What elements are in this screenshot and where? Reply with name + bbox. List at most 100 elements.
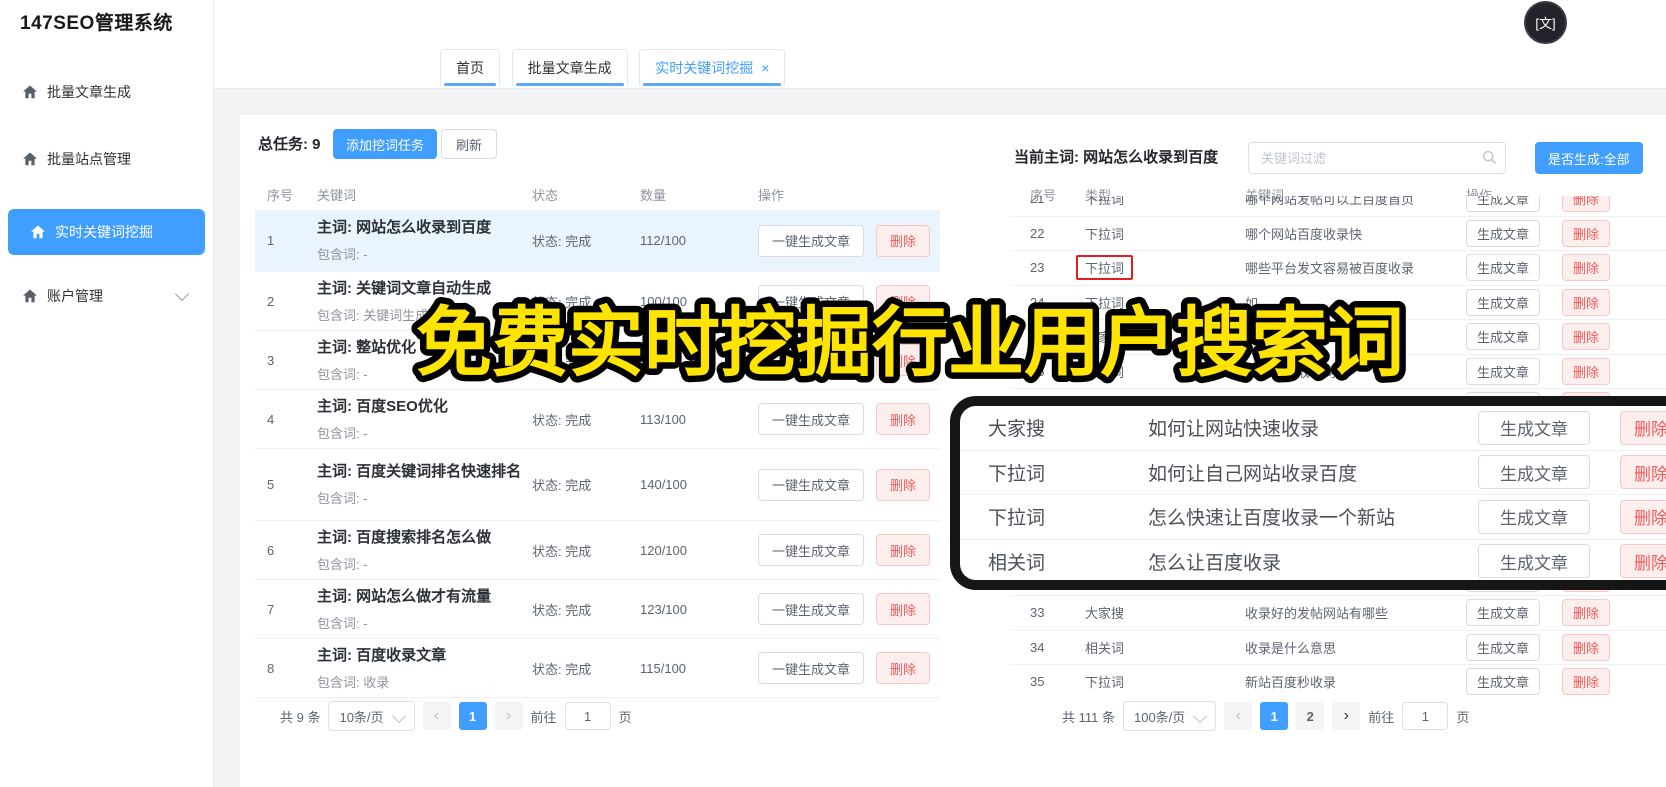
table-row[interactable]: 8 主词: 百度收录文章 包含词: 收录 状态: 完成 115/100 一键生成… [255, 639, 940, 698]
page-button-1[interactable]: 1 [458, 702, 487, 730]
page-size-select[interactable]: 100条/页 [1122, 701, 1217, 731]
delete-button[interactable]: 删除 [1562, 219, 1611, 247]
tab-home[interactable]: 首页 [440, 49, 500, 86]
generate-article-button[interactable]: 生成文章 [1478, 455, 1590, 490]
table-row: 24 下拉词 如 生成文章 删除 [1010, 286, 1666, 320]
generate-articles-button[interactable]: 一键生成文章 [758, 468, 865, 501]
add-task-button[interactable]: 添加挖词任务 [333, 129, 438, 159]
sidebar-item-keyword-mining[interactable]: 实时关键词挖掘 [8, 209, 205, 255]
generate-article-button[interactable]: 生成文章 [1466, 323, 1541, 351]
task-subtitle: 包含词: - [317, 425, 368, 441]
generate-article-button[interactable]: 生成文章 [1466, 288, 1541, 316]
keyword-filter-input[interactable] [1248, 142, 1506, 174]
table-row[interactable]: 3 主词: 整站优化 包含词: - 状态: 完成 一键生成文章 删除 [255, 331, 940, 390]
table-row[interactable]: 5 主词: 百度关键词排名快速排名 包含词: - 状态: 完成 140/100 … [255, 449, 940, 521]
task-qty: 112/100 [640, 233, 687, 248]
delete-button[interactable]: 删除 [876, 593, 931, 625]
delete-button[interactable]: 删除 [876, 468, 931, 501]
delete-button[interactable]: 删除 [1620, 499, 1666, 534]
generate-article-button[interactable]: 生成文章 [1466, 599, 1541, 627]
task-status: 状态: 完成 [532, 661, 592, 677]
delete-button[interactable]: 删除 [1562, 599, 1611, 627]
tab-label: 实时关键词挖掘 [655, 60, 754, 76]
sidebar-item-account[interactable]: 账户管理 [0, 276, 213, 316]
total-count: 共 9 条 [280, 709, 321, 725]
table-row: 34 相关词 收录是什么意思 生成文章 删除 [1010, 631, 1666, 665]
next-page-button[interactable]: › [494, 702, 523, 730]
delete-button[interactable]: 删除 [1562, 196, 1611, 213]
generate-articles-button[interactable]: 一键生成文章 [758, 534, 865, 566]
float-widget-icon[interactable]: [文] [1524, 1, 1567, 44]
sidebar-item-label: 账户管理 [47, 288, 103, 304]
refresh-button[interactable]: 刷新 [441, 129, 498, 159]
delete-button[interactable]: 删除 [1620, 544, 1666, 579]
table-row[interactable]: 4 主词: 百度SEO优化 包含词: - 状态: 完成 113/100 一键生成… [255, 390, 940, 449]
prev-page-button[interactable]: ‹ [422, 702, 451, 730]
generate-article-button[interactable]: 生成文章 [1466, 254, 1541, 282]
delete-button[interactable]: 删除 [876, 285, 931, 317]
tab-keyword-mining[interactable]: 实时关键词挖掘 × [639, 49, 786, 86]
goto-page-input[interactable] [564, 702, 611, 730]
delete-button[interactable]: 删除 [876, 652, 931, 684]
col-qty: 数量 [640, 187, 667, 203]
table-row: 25 大家搜 生成文章 删除 [1010, 320, 1666, 355]
keyword-text: 怎么让百度收录 [1148, 552, 1282, 574]
delete-button[interactable]: 删除 [1562, 357, 1611, 385]
task-title: 主词: 百度关键词排名快速排名 [317, 463, 522, 480]
close-icon[interactable]: × [761, 60, 769, 76]
prev-page-button[interactable]: ‹ [1224, 702, 1253, 730]
page-button-1[interactable]: 1 [1260, 702, 1289, 730]
tab-article-gen[interactable]: 批量文章生成 [511, 49, 628, 86]
tab-label: 首页 [456, 60, 484, 76]
generate-articles-button[interactable]: 一键生成文章 [758, 344, 865, 376]
generate-article-button[interactable]: 生成文章 [1466, 633, 1541, 661]
delete-button[interactable]: 删除 [1620, 410, 1666, 445]
delete-button[interactable]: 删除 [1562, 288, 1611, 316]
goto-page-input[interactable] [1402, 702, 1449, 730]
tab-label: 批量文章生成 [527, 60, 612, 76]
generate-articles-button[interactable]: 一键生成文章 [758, 652, 865, 684]
generate-article-button[interactable]: 生成文章 [1466, 219, 1541, 247]
generate-all-button[interactable]: 是否生成:全部 [1535, 142, 1643, 174]
sidebar-item-article-gen[interactable]: 批量文章生成 [0, 72, 213, 112]
generate-article-button[interactable]: 生成文章 [1478, 544, 1590, 579]
page-button-2[interactable]: 2 [1296, 702, 1325, 730]
task-title: 主词: 关键词文章自动生成 [317, 279, 492, 297]
tab-underline [643, 83, 782, 86]
task-status: 状态: 完成 [532, 234, 592, 249]
row-no: 6 [267, 542, 275, 558]
sidebar-item-site-mgmt[interactable]: 批量站点管理 [0, 139, 213, 179]
keyword-type: 下拉词 [1085, 261, 1125, 277]
generate-articles-button[interactable]: 一键生成文章 [758, 403, 865, 435]
next-page-button[interactable]: › [1332, 702, 1361, 730]
generate-article-button[interactable]: 生成文章 [1466, 357, 1541, 385]
keyword-type: 大家搜 [1085, 330, 1125, 346]
delete-button[interactable]: 删除 [1562, 633, 1611, 661]
delete-button[interactable]: 删除 [876, 403, 931, 435]
delete-button[interactable]: 删除 [1620, 455, 1666, 490]
keyword-type: 相关词 [988, 552, 1046, 574]
keyword-type: 下拉词 [1085, 295, 1125, 311]
generate-articles-button[interactable]: 一键生成文章 [758, 593, 865, 625]
home-icon [22, 288, 38, 304]
page-size-select[interactable]: 10条/页 [328, 701, 415, 731]
generate-article-button[interactable]: 生成文章 [1478, 410, 1590, 445]
generate-articles-button[interactable]: 一键生成文章 [758, 285, 865, 317]
table-row[interactable]: 7 主词: 网站怎么做才有流量 包含词: - 状态: 完成 123/100 一键… [255, 580, 940, 639]
table-row[interactable]: 1 主词: 网站怎么收录到百度 包含词: - 状态: 完成 112/100 一键… [255, 210, 940, 272]
goto-label: 前往 [1368, 709, 1395, 725]
delete-button[interactable]: 删除 [876, 534, 931, 566]
delete-button[interactable]: 删除 [876, 344, 931, 376]
generate-article-button[interactable]: 生成文章 [1478, 499, 1590, 534]
table-row[interactable]: 2 主词: 关键词文章自动生成 包含词: 关键词生成 状态: 完成 100/10… [255, 272, 940, 331]
generate-article-button[interactable]: 生成文章 [1466, 668, 1541, 696]
generate-articles-button[interactable]: 一键生成文章 [758, 224, 865, 257]
delete-button[interactable]: 删除 [876, 224, 931, 257]
task-qty: 115/100 [640, 660, 687, 676]
delete-button[interactable]: 删除 [1562, 254, 1611, 282]
generate-article-button[interactable]: 生成文章 [1466, 196, 1541, 213]
delete-button[interactable]: 删除 [1562, 668, 1611, 696]
delete-button[interactable]: 删除 [1562, 323, 1611, 351]
table-row[interactable]: 6 主词: 百度搜索排名怎么做 包含词: - 状态: 完成 120/100 一键… [255, 521, 940, 580]
keyword-text: 哪些平台发文容易被百度收录 [1245, 261, 1415, 277]
